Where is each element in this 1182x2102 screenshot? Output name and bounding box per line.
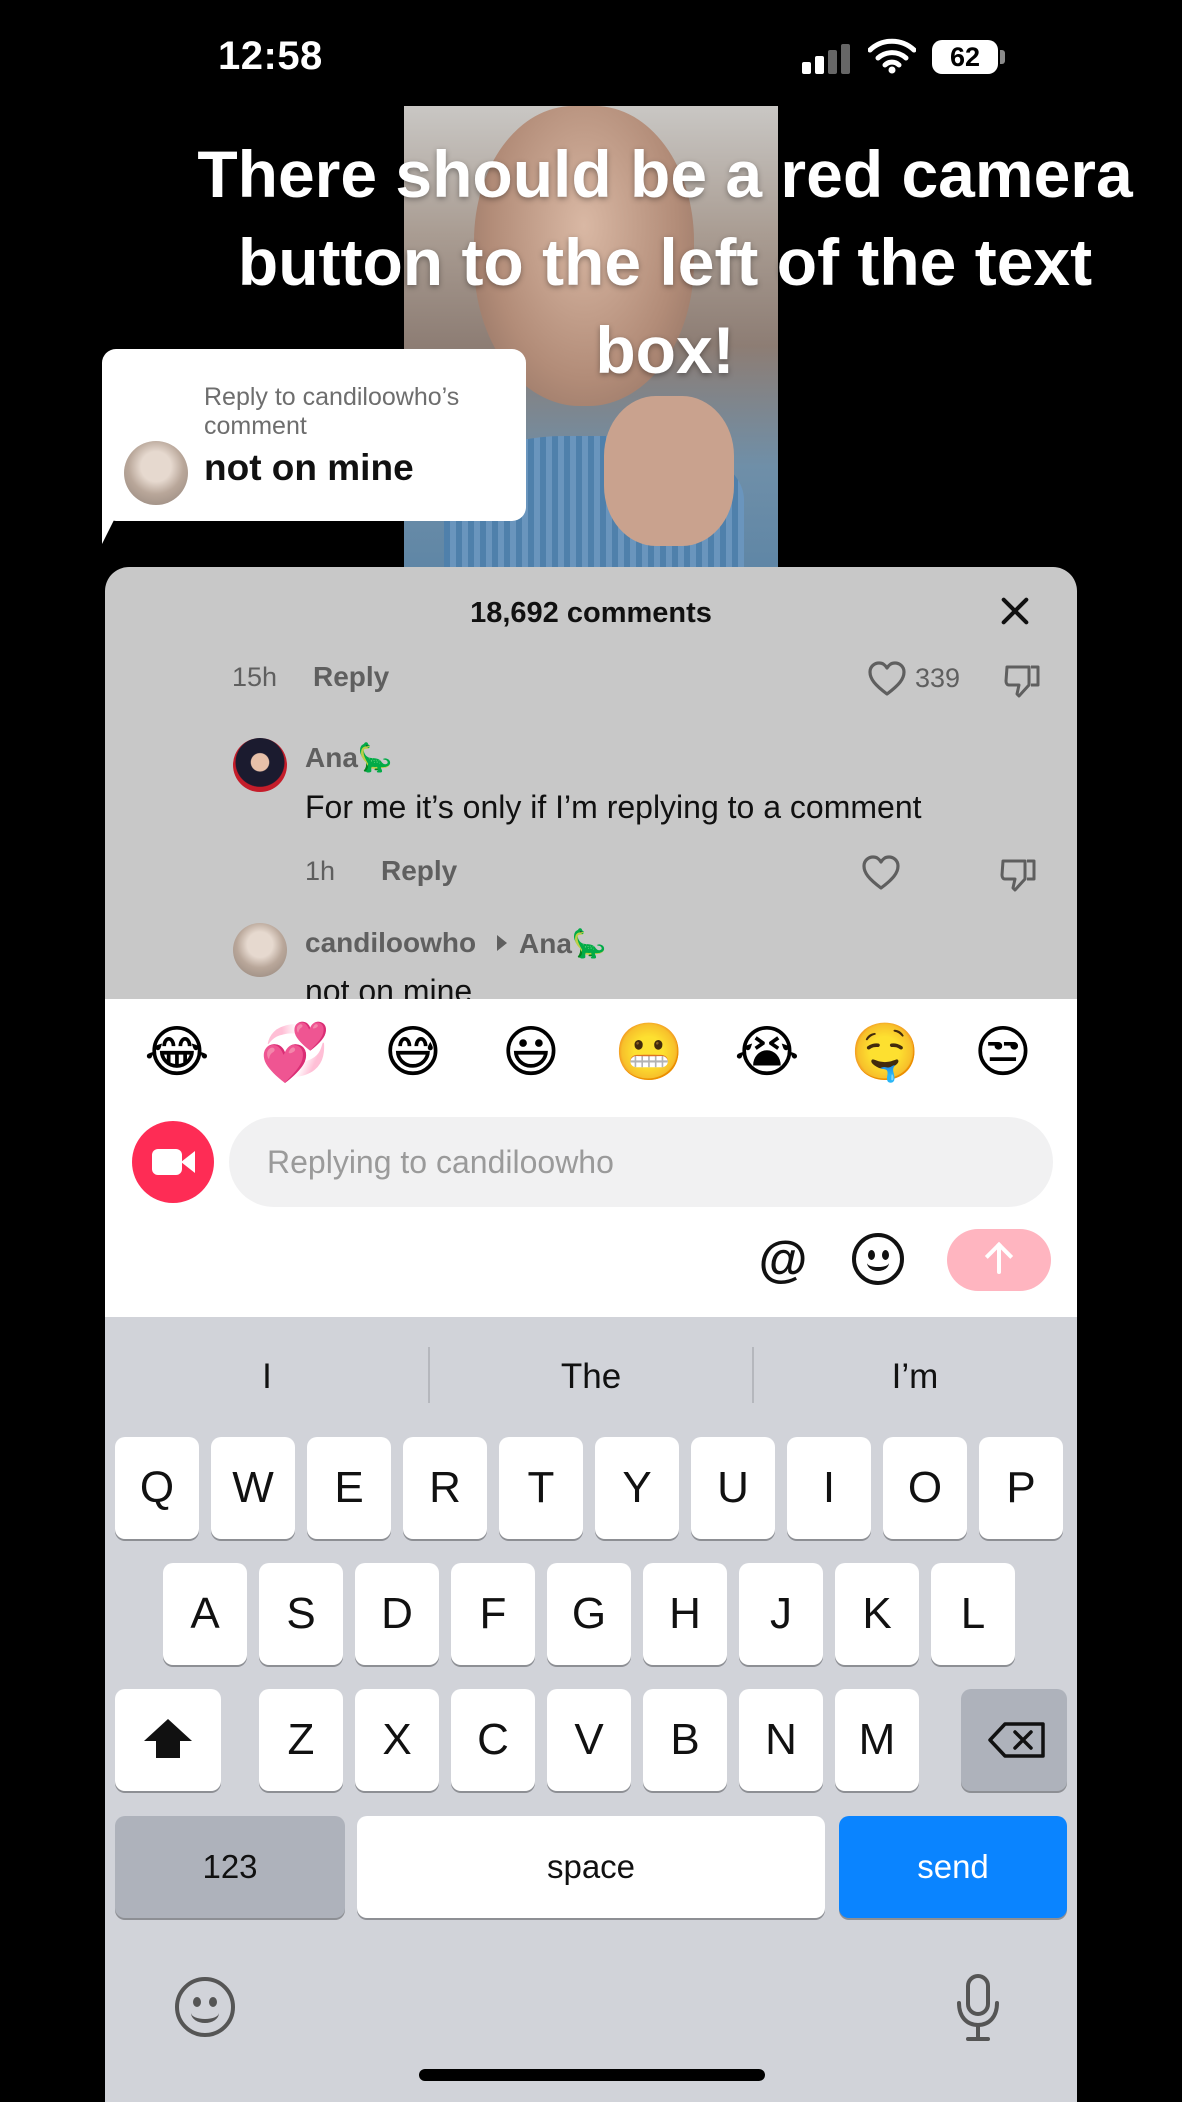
emoji-button[interactable]: 😅 (377, 1017, 449, 1089)
emoji-keyboard-icon[interactable] (175, 1977, 235, 2037)
dislike-icon[interactable] (999, 855, 1037, 893)
wifi-icon (868, 38, 916, 74)
comment-composer: 😂 💞 😅 😃 😬 😭 🤤 😒 @ (105, 999, 1077, 1317)
key[interactable]: H (643, 1563, 727, 1665)
heart-icon[interactable] (867, 659, 907, 699)
emoji-button[interactable]: 😭 (731, 1017, 803, 1089)
arrow-up-icon-head (984, 1241, 1014, 1271)
comment-age: 15h (232, 662, 278, 692)
reply-sticker-meta: Reply to candiloowho’s comment (204, 383, 460, 440)
key[interactable]: Z (259, 1689, 343, 1791)
like-count: 339 (915, 663, 961, 693)
key[interactable]: S (259, 1563, 343, 1665)
smiley-mouth (867, 1255, 889, 1271)
reply-target[interactable]: Ana🦕 (519, 927, 607, 960)
key[interactable]: U (691, 1437, 775, 1539)
close-icon[interactable] (995, 591, 1035, 631)
emoji-button[interactable]: 😂 (141, 1017, 213, 1089)
key[interactable]: I (787, 1437, 871, 1539)
emoji-button[interactable]: 😒 (967, 1017, 1039, 1089)
suggestion-item[interactable]: The (429, 1357, 753, 1397)
battery-tip (1000, 50, 1005, 64)
key[interactable]: T (499, 1437, 583, 1539)
key[interactable]: W (211, 1437, 295, 1539)
comment-age: 1h (305, 856, 336, 886)
emoji-key-mouth (191, 2003, 219, 2023)
key[interactable]: G (547, 1563, 631, 1665)
battery-indicator: 62 (932, 40, 998, 74)
video-camera-icon[interactable] (132, 1121, 214, 1203)
reply-button[interactable]: Reply (313, 661, 389, 693)
avatar (124, 441, 188, 505)
reply-sticker: Reply to candiloowho’s comment not on mi… (102, 349, 526, 521)
backspace-icon (988, 1722, 1045, 1758)
key[interactable]: O (883, 1437, 967, 1539)
emoji-button[interactable]: 💞 (259, 1017, 331, 1089)
emoji-button[interactable]: 😬 (613, 1017, 685, 1089)
suggestion-item[interactable]: I’m (753, 1357, 1077, 1397)
key[interactable]: L (931, 1563, 1015, 1665)
microphone-icon[interactable] (953, 1973, 1003, 2043)
key[interactable]: M (835, 1689, 919, 1791)
key[interactable]: E (307, 1437, 391, 1539)
emoji-button[interactable]: 🤤 (849, 1017, 921, 1089)
keyboard: I The I’m Q W E R T Y U I O P A S D F G … (105, 1317, 1077, 2102)
dislike-icon[interactable] (1003, 661, 1041, 699)
camera-body (152, 1149, 182, 1175)
post-comment-button[interactable] (947, 1229, 1051, 1291)
space-key[interactable]: space (357, 1816, 825, 1918)
camera-lens (181, 1151, 195, 1173)
emoji-button[interactable]: 😃 (495, 1017, 567, 1089)
video-person-hand (604, 396, 734, 546)
comment-text: For me it’s only if I’m replying to a co… (305, 789, 922, 825)
key[interactable]: R (403, 1437, 487, 1539)
key[interactable]: N (739, 1689, 823, 1791)
shift-key[interactable] (115, 1689, 221, 1791)
key[interactable]: Q (115, 1437, 199, 1539)
smiley-icon[interactable] (852, 1233, 904, 1285)
reply-button[interactable]: Reply (381, 855, 457, 887)
comments-count: 18,692 comments (470, 597, 712, 629)
comment-author[interactable]: candiloowho (305, 927, 476, 959)
key[interactable]: K (835, 1563, 919, 1665)
key[interactable]: F (451, 1563, 535, 1665)
reply-input[interactable] (229, 1117, 1053, 1207)
key[interactable]: C (451, 1689, 535, 1791)
reply-sticker-text: not on mine (204, 447, 414, 488)
key[interactable]: J (739, 1563, 823, 1665)
key[interactable]: P (979, 1437, 1063, 1539)
key[interactable]: Y (595, 1437, 679, 1539)
key[interactable]: A (163, 1563, 247, 1665)
suggestion-item[interactable]: I (105, 1357, 429, 1397)
key[interactable]: X (355, 1689, 439, 1791)
home-indicator[interactable] (419, 2069, 765, 2081)
avatar[interactable] (233, 923, 287, 977)
key[interactable]: V (547, 1689, 631, 1791)
key[interactable]: D (355, 1563, 439, 1665)
signal-icon (802, 44, 854, 74)
status-time: 12:58 (218, 34, 323, 78)
shift-icon-stem (156, 1740, 180, 1758)
avatar[interactable] (233, 738, 287, 792)
send-key[interactable]: send (839, 1816, 1067, 1918)
numbers-key[interactable]: 123 (115, 1816, 345, 1918)
backspace-key[interactable] (961, 1689, 1067, 1791)
reply-arrow-icon (497, 935, 507, 951)
key[interactable]: B (643, 1689, 727, 1791)
comment-author[interactable]: Ana🦕 (305, 741, 393, 774)
quick-emoji-row: 😂 💞 😅 😃 😬 😭 🤤 😒 (105, 1017, 1077, 1089)
at-icon[interactable]: @ (755, 1231, 811, 1287)
shift-icon (144, 1719, 192, 1741)
heart-icon[interactable] (861, 853, 901, 893)
